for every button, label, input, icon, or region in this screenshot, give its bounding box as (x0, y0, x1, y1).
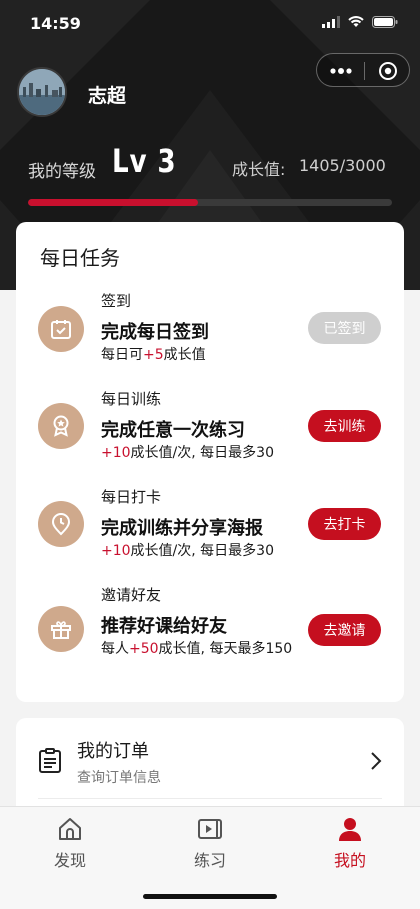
task-category: 邀请好友 (101, 586, 162, 604)
chevron-right-icon (371, 752, 382, 770)
tab-discover[interactable]: 发现 (30, 815, 110, 879)
username: 志超 (88, 85, 127, 107)
task-desc-reward: +10 (101, 445, 131, 461)
task-description: 每日可+5成长值 (101, 347, 306, 364)
daily-tasks-card: 每日任务 签到 完成每日签到 每日可+5成长值 已签到 每日训练 完成任意一次练… (16, 222, 404, 702)
task-item-checkin: 签到 完成每日签到 每日可+5成长值 已签到 (16, 288, 404, 378)
task-item-share: 每日打卡 完成训练并分享海报 +10成长值/次, 每日最多30 去打卡 (16, 486, 404, 576)
miniprogram-capsule (316, 53, 410, 87)
battery-icon (372, 16, 398, 28)
level-label: 我的等级 (28, 162, 96, 182)
task-description: +10成长值/次, 每日最多30 (101, 543, 306, 560)
daily-tasks-title: 每日任务 (40, 246, 120, 270)
go-train-button[interactable]: 去训练 (308, 410, 381, 442)
task-category: 每日训练 (101, 390, 162, 408)
task-item-training: 每日训练 完成任意一次练习 +10成长值/次, 每日最多30 去训练 (16, 388, 404, 478)
task-desc-suffix: 成长值 (163, 347, 206, 363)
tab-mine[interactable]: 我的 (310, 815, 390, 879)
tab-label: 我的 (333, 851, 366, 870)
avatar[interactable] (17, 67, 67, 117)
task-item-invite: 邀请好友 推荐好课给好友 每人+50成长值, 每天最多150 去邀请 (16, 584, 404, 674)
task-category: 签到 (101, 292, 132, 310)
home-indicator (143, 894, 277, 899)
status-icons (322, 16, 398, 28)
task-title: 完成训练并分享海报 (101, 518, 263, 539)
close-miniprogram-button[interactable] (365, 54, 411, 88)
calendar-icon (38, 306, 84, 352)
task-desc-suffix: 成长值, 每天最多150 (158, 641, 293, 657)
go-invite-button[interactable]: 去邀请 (308, 614, 381, 646)
badge-icon (38, 403, 84, 449)
more-options-button[interactable] (317, 54, 364, 88)
task-desc-reward: +10 (101, 543, 131, 559)
gift-icon (38, 606, 84, 652)
growth-label: 成长值: (232, 160, 286, 179)
task-title: 完成每日签到 (101, 322, 209, 343)
tab-label: 发现 (53, 851, 86, 870)
my-orders-row[interactable]: 我的订单 查询订单信息 (16, 718, 404, 818)
task-desc-suffix: 成长值/次, 每日最多30 (130, 445, 274, 461)
clock-pin-icon (38, 501, 84, 547)
target-icon (379, 62, 397, 80)
task-desc-reward: +50 (129, 641, 159, 657)
task-title: 推荐好课给好友 (101, 616, 227, 637)
tab-practice[interactable]: 练习 (170, 815, 250, 879)
order-list-icon (39, 748, 61, 773)
task-title: 完成任意一次练习 (101, 420, 245, 441)
task-category: 每日打卡 (101, 488, 162, 506)
task-desc-prefix: 每日可 (101, 347, 143, 363)
orders-subtitle: 查询订单信息 (77, 770, 161, 786)
wifi-icon (348, 16, 364, 27)
task-description: 每人+50成长值, 每天最多150 (101, 641, 306, 658)
task-desc-reward: +5 (143, 347, 164, 363)
growth-value: 1405/3000 (299, 156, 386, 175)
user-icon (339, 818, 361, 841)
divider (38, 798, 382, 799)
signal-icon (322, 16, 340, 28)
level-value: Lv 3 (112, 142, 177, 180)
avatar-photo (19, 69, 65, 115)
task-desc-prefix: 每人 (101, 641, 129, 657)
go-checkin-button[interactable]: 去打卡 (308, 508, 381, 540)
task-description: +10成长值/次, 每日最多30 (101, 445, 306, 462)
more-dots-icon (329, 68, 352, 74)
tab-label: 练习 (193, 851, 226, 870)
orders-title: 我的订单 (77, 741, 149, 762)
status-time: 14:59 (30, 14, 81, 33)
growth-progress-fill (28, 199, 199, 206)
growth-progress-bar (28, 199, 392, 206)
home-icon (59, 818, 81, 840)
task-desc-suffix: 成长值/次, 每日最多30 (130, 543, 274, 559)
checked-in-button[interactable]: 已签到 (308, 312, 381, 344)
status-bar: 14:59 (0, 0, 420, 48)
video-play-icon (198, 819, 222, 839)
